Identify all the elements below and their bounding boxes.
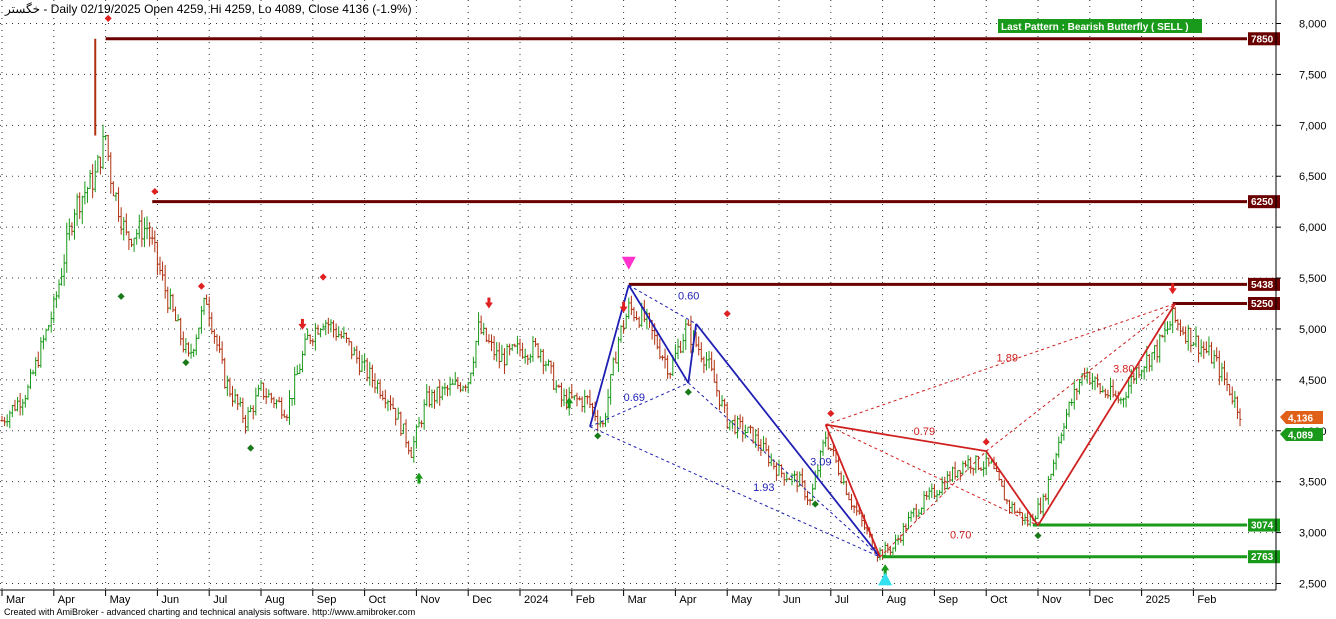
price-tick-label: 5,000	[1299, 324, 1327, 336]
time-tick-label: Oct	[369, 594, 386, 606]
time-tick-label: Aug	[887, 594, 907, 606]
level-label-5250: 5250	[1251, 299, 1274, 310]
time-tick-label: Sep	[938, 594, 958, 606]
time-tick-label: 2025	[1146, 594, 1170, 606]
time-tick-label: Apr	[58, 594, 75, 606]
price-tick-label: 6,500	[1299, 171, 1327, 183]
time-tick-label: 2024	[524, 594, 548, 606]
bearish-pattern-ratio-label: 0.69	[624, 392, 645, 404]
bullish-pattern-ratio-label: 3.80	[1113, 364, 1134, 376]
bearish-pattern-ratio-label: 0.60	[678, 290, 699, 302]
price-tick-label: 8,000	[1299, 19, 1327, 31]
bearish-pattern-ratio-label: 1.93	[753, 482, 774, 494]
level-label-5438: 5438	[1251, 280, 1274, 291]
time-tick-label: Nov	[420, 594, 440, 606]
time-tick-label: May	[110, 594, 131, 606]
price-tick-label: 4,500	[1299, 375, 1327, 387]
level-label-3074: 3074	[1251, 521, 1274, 532]
bullish-pattern-ratio-label: 1.89	[997, 353, 1018, 365]
time-tick-label: Mar	[628, 594, 647, 606]
time-tick-label: Dec	[1094, 594, 1114, 606]
price-tick-label: 5,500	[1299, 273, 1327, 285]
time-tick-label: Feb	[576, 594, 595, 606]
time-tick-label: Apr	[679, 594, 696, 606]
time-tick-label: Mar	[6, 594, 25, 606]
time-tick-label: Nov	[1042, 594, 1062, 606]
current-price-tag: 4,136	[1288, 414, 1313, 425]
price-tick-label: 2,500	[1299, 579, 1327, 591]
price-tick-label: 3,000	[1299, 528, 1327, 540]
low-price-tag: 4,089	[1288, 431, 1313, 442]
time-tick-label: Aug	[265, 594, 285, 606]
time-tick-label: Jun	[783, 594, 801, 606]
time-tick-label: Dec	[472, 594, 492, 606]
time-tick-label: Oct	[990, 594, 1007, 606]
time-tick-label: Feb	[1197, 594, 1216, 606]
bearish-pattern-ratio-label: 3.09	[810, 456, 831, 468]
level-label-7850: 7850	[1251, 34, 1274, 45]
price-tick-label: 7,000	[1299, 120, 1327, 132]
level-label-6250: 6250	[1251, 197, 1274, 208]
chart-title: خگستر - Daily 02/19/2025 Open 4259, Hi 4…	[4, 2, 412, 16]
price-tick-label: 7,500	[1299, 69, 1327, 81]
bullish-pattern-ratio-label: 0.79	[914, 426, 935, 438]
price-tick-label: 6,000	[1299, 222, 1327, 234]
time-tick-label: May	[731, 594, 752, 606]
level-label-2763: 2763	[1251, 552, 1274, 563]
price-tick-label: 3,500	[1299, 477, 1327, 489]
pattern-badge: Last Pattern : Bearish Butterfly ( SELL …	[1001, 22, 1189, 33]
bullish-pattern-ratio-label: 0.70	[950, 530, 971, 542]
time-tick-label: Sep	[317, 594, 337, 606]
time-tick-label: Jul	[213, 594, 227, 606]
footer-credit: Created with AmiBroker - advanced charti…	[4, 607, 415, 617]
time-tick-label: Jul	[835, 594, 849, 606]
chart: 7850 6250 5438 5250 3074 2763 0.60 0.69 3.09 1.9…	[0, 0, 1336, 619]
time-tick-label: Jun	[161, 594, 179, 606]
